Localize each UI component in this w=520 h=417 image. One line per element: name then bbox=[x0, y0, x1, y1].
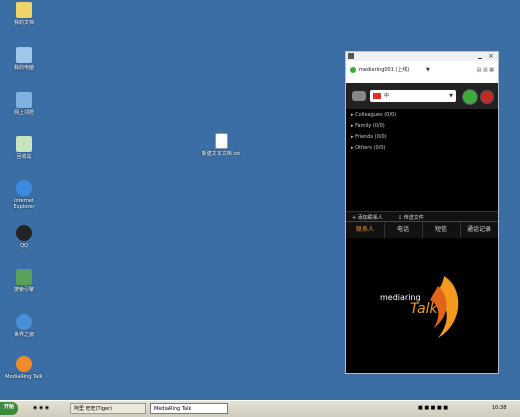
number-dropdown-icon[interactable]: ▼ bbox=[449, 93, 453, 99]
qq-penguin-icon bbox=[16, 225, 32, 241]
text-file-icon bbox=[214, 133, 228, 149]
close-icon[interactable]: × bbox=[488, 52, 494, 60]
group-family[interactable]: ▸ Family (0/0) bbox=[351, 123, 385, 129]
status-user[interactable]: mediaring001 (上线) bbox=[359, 67, 409, 73]
taskbar-button-aliwangwang[interactable]: 阿里 旺旺(Tiger) bbox=[70, 403, 146, 414]
quicklaunch-icons[interactable]: ◉ ◉ ◉ bbox=[33, 403, 49, 414]
desktop: 我的文档 我的电脑 网上邻居 回收站 Internet Explorer QQ … bbox=[0, 0, 520, 400]
group-friends[interactable]: ▸ Friends (0/0) bbox=[351, 134, 387, 140]
group-others[interactable]: ▸ Others (0/0) bbox=[351, 145, 385, 151]
app-icon bbox=[348, 53, 354, 59]
status-dropdown-icon[interactable]: ▼ bbox=[426, 67, 430, 73]
status-bar: mediaring001 (上线) ▼ ▤ ▥ ▦ bbox=[346, 61, 498, 84]
desktop-icon-qq[interactable]: QQ bbox=[4, 225, 44, 249]
clock: 10:38 bbox=[492, 405, 507, 411]
send-file-button[interactable]: ⇩ 传送文件 bbox=[398, 214, 424, 221]
documents-icon bbox=[16, 2, 32, 18]
recycle-bin-icon bbox=[16, 136, 32, 152]
tab-bar: 联系人 电话 短信 通话记录 bbox=[346, 221, 498, 240]
tab-sms[interactable]: 短信 bbox=[422, 222, 461, 238]
network-icon bbox=[16, 92, 32, 108]
number-input[interactable]: 中 ▼ bbox=[370, 90, 456, 102]
hangup-button[interactable] bbox=[480, 90, 494, 104]
mediaring-window: × mediaring001 (上线) ▼ ▤ ▥ ▦ 中 ▼ ▸ Collea… bbox=[345, 51, 499, 374]
desktop-icon-documents[interactable]: 我的文档 bbox=[4, 2, 44, 26]
brand-wordmark-bottom: Talk bbox=[410, 301, 438, 317]
desktop-icon-ie[interactable]: Internet Explorer bbox=[4, 180, 44, 210]
menu-icons[interactable]: ▤ ▥ ▦ bbox=[477, 67, 494, 73]
desktop-icon-recycle[interactable]: 回收站 bbox=[4, 136, 44, 160]
taskbar-button-mediaring[interactable]: MediaRing Talk bbox=[150, 403, 228, 414]
computer-icon bbox=[16, 47, 32, 63]
ie-icon bbox=[16, 180, 32, 196]
minimize-icon[interactable] bbox=[478, 58, 482, 59]
brand-panel: mediaring Talk bbox=[346, 238, 498, 373]
taskbar: 开始 ◉ ◉ ◉ 阿里 旺旺(Tiger) MediaRing Talk ■ ■… bbox=[0, 400, 520, 417]
window-titlebar: × bbox=[346, 52, 498, 61]
start-button[interactable]: 开始 bbox=[0, 402, 19, 415]
desktop-icon-search[interactable]: 搜索引擎 bbox=[4, 269, 44, 293]
system-tray-icons[interactable]: ■ ■ ■ ■ ■ bbox=[418, 403, 448, 414]
desktop-icon-mediaring[interactable]: MediaRing Talk bbox=[4, 356, 44, 380]
online-status-icon bbox=[350, 67, 356, 73]
desktop-icon-computer[interactable]: 我的电脑 bbox=[4, 47, 44, 71]
group-colleagues[interactable]: ▸ Colleagues (0/0) bbox=[351, 112, 396, 118]
desktop-icon-network[interactable]: 网上邻居 bbox=[4, 92, 44, 116]
call-button[interactable] bbox=[462, 89, 478, 105]
mediaring-icon bbox=[16, 356, 32, 372]
call-bar: 中 ▼ bbox=[346, 83, 498, 109]
contacts-toggle-button[interactable] bbox=[352, 91, 366, 101]
browser-icon bbox=[16, 314, 32, 330]
desktop-file-txt[interactable]: 新建文本文档.txt bbox=[199, 133, 243, 157]
search-engine-icon bbox=[16, 269, 32, 285]
tab-phone[interactable]: 电话 bbox=[384, 222, 423, 238]
country-flag-icon bbox=[373, 93, 381, 99]
desktop-icon-browser[interactable]: 世界之窗 bbox=[4, 314, 44, 338]
add-contact-button[interactable]: + 添加联系人 bbox=[352, 214, 383, 221]
tab-call-history[interactable]: 通话记录 bbox=[460, 222, 498, 238]
